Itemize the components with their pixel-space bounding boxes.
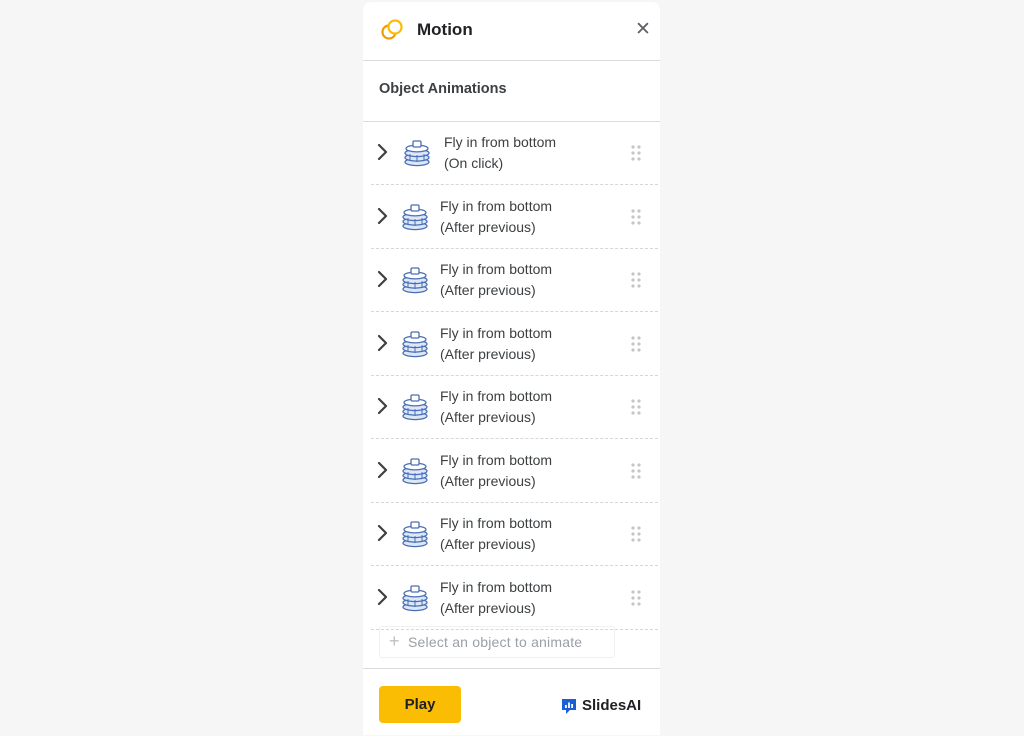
animation-effect: Fly in from bottom xyxy=(440,324,553,341)
object-stack-icon xyxy=(402,521,428,548)
drag-handle-icon[interactable] xyxy=(630,208,642,226)
drag-handle-icon[interactable] xyxy=(630,398,642,416)
chevron-right-icon[interactable] xyxy=(376,587,390,607)
drag-handle-icon[interactable] xyxy=(630,462,642,480)
object-animations-header: Object Animations xyxy=(363,61,660,122)
animation-item[interactable]: Fly in from bottom (After previous) xyxy=(371,186,658,249)
animation-trigger: (After previous) xyxy=(440,218,536,235)
panel-footer: Play SlidesAI xyxy=(363,668,660,736)
brand-name: SlidesAI xyxy=(582,697,642,714)
animation-item[interactable]: Fly in from bottom (After previous) xyxy=(371,440,658,503)
animation-trigger: (After previous) xyxy=(440,536,536,552)
object-stack-icon xyxy=(404,140,430,167)
animation-item[interactable]: Fly in from bottom (After previous) xyxy=(371,376,658,439)
object-stack-icon xyxy=(402,584,428,611)
panel-title: Motion xyxy=(417,20,473,39)
panel-header: Motion ✕ xyxy=(363,2,660,61)
chevron-right-icon[interactable] xyxy=(376,396,390,416)
animation-trigger: (After previous) xyxy=(440,282,536,298)
animation-trigger: (On click) xyxy=(444,155,504,171)
animation-trigger: (After previous) xyxy=(440,599,536,616)
animation-item[interactable]: Fly in from bottom (After previous) xyxy=(371,503,658,566)
close-icon[interactable]: ✕ xyxy=(634,20,652,39)
animation-text: Fly in from bottom (After previous) xyxy=(440,386,552,428)
animation-text: Fly in from bottom (On click) xyxy=(444,132,556,174)
object-stack-icon xyxy=(402,457,428,484)
chevron-right-icon[interactable] xyxy=(376,460,390,480)
drag-handle-icon[interactable] xyxy=(630,525,642,543)
object-stack-icon xyxy=(402,394,428,421)
object-stack-icon xyxy=(402,267,428,294)
object-stack-icon xyxy=(402,203,428,230)
drag-handle-icon[interactable] xyxy=(630,589,642,607)
animation-text: Fly in from bottom (After previous) xyxy=(440,323,552,365)
play-button[interactable]: Play xyxy=(379,686,461,723)
animation-trigger: (After previous) xyxy=(440,472,536,489)
motion-panel: Motion ✕ Object Animations Fly in from b… xyxy=(363,2,660,735)
chevron-right-icon[interactable] xyxy=(376,523,390,543)
chevron-right-icon[interactable] xyxy=(376,206,390,226)
motion-icon xyxy=(381,19,403,40)
select-object-button[interactable]: + Select an object to animate xyxy=(379,626,615,658)
animation-item[interactable]: Fly in from bottom (On click) xyxy=(371,122,658,185)
animation-item[interactable]: Fly in from bottom (After previous) xyxy=(371,567,658,630)
animation-effect: Fly in from bottom xyxy=(440,261,553,277)
animation-trigger: (After previous) xyxy=(440,345,536,362)
animation-effect: Fly in from bottom xyxy=(440,515,553,531)
object-stack-icon xyxy=(402,330,428,357)
chevron-right-icon[interactable] xyxy=(376,333,390,353)
animation-effect: Fly in from bottom xyxy=(440,197,553,214)
animation-effect: Fly in from bottom xyxy=(440,388,553,404)
animation-effect: Fly in from bottom xyxy=(444,134,557,150)
drag-handle-icon[interactable] xyxy=(630,271,642,289)
slidesai-logo-icon xyxy=(562,699,576,714)
select-object-label: Select an object to animate xyxy=(408,634,583,650)
animation-text: Fly in from bottom (After previous) xyxy=(440,577,552,619)
chevron-right-icon[interactable] xyxy=(376,142,390,162)
drag-handle-icon[interactable] xyxy=(630,144,642,162)
animation-text: Fly in from bottom (After previous) xyxy=(440,259,552,301)
animation-item[interactable]: Fly in from bottom (After previous) xyxy=(371,313,658,376)
plus-icon: + xyxy=(389,631,400,651)
animation-text: Fly in from bottom (After previous) xyxy=(440,196,552,238)
animation-text: Fly in from bottom (After previous) xyxy=(440,513,552,555)
chevron-right-icon[interactable] xyxy=(376,269,390,289)
drag-handle-icon[interactable] xyxy=(630,335,642,353)
animation-item[interactable]: Fly in from bottom (After previous) xyxy=(371,249,658,312)
animation-text: Fly in from bottom (After previous) xyxy=(440,450,552,492)
animation-effect: Fly in from bottom xyxy=(440,451,553,468)
animation-trigger: (After previous) xyxy=(440,409,536,425)
section-title: Object Animations xyxy=(379,81,507,97)
animation-effect: Fly in from bottom xyxy=(440,578,553,595)
